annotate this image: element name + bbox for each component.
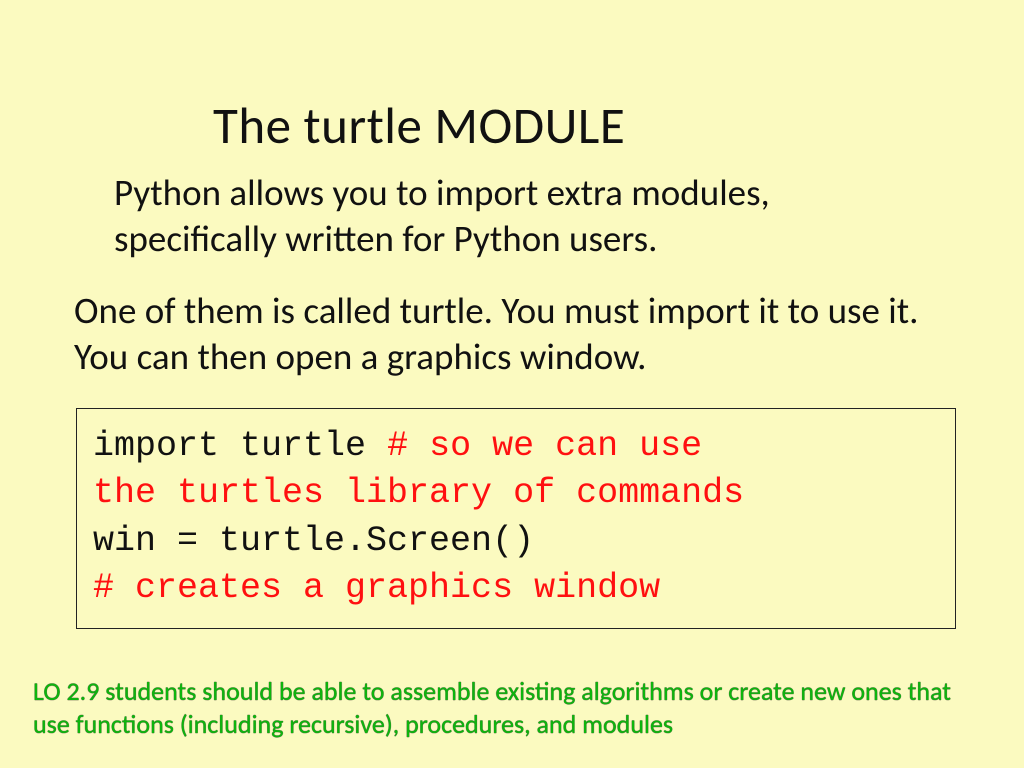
slide-paragraph-1: Python allows you to import extra module…: [114, 170, 924, 263]
learning-objective-footer: LO 2.9 students should be able to assemb…: [33, 675, 991, 740]
code-text: import turtle: [93, 426, 387, 466]
code-line-4: # creates a graphics window: [93, 565, 939, 612]
code-line-3: win = turtle.Screen(): [93, 518, 939, 565]
slide: The turtle MODULE Python allows you to i…: [0, 0, 1024, 768]
code-box: import turtle # so we can use the turtle…: [76, 408, 956, 629]
code-line-2: the turtles library of commands: [93, 470, 939, 517]
slide-paragraph-2: One of them is called turtle. You must i…: [74, 288, 950, 381]
code-line-1: import turtle # so we can use: [93, 423, 939, 470]
slide-title: The turtle MODULE: [213, 94, 625, 157]
code-comment: # so we can use: [387, 426, 702, 466]
